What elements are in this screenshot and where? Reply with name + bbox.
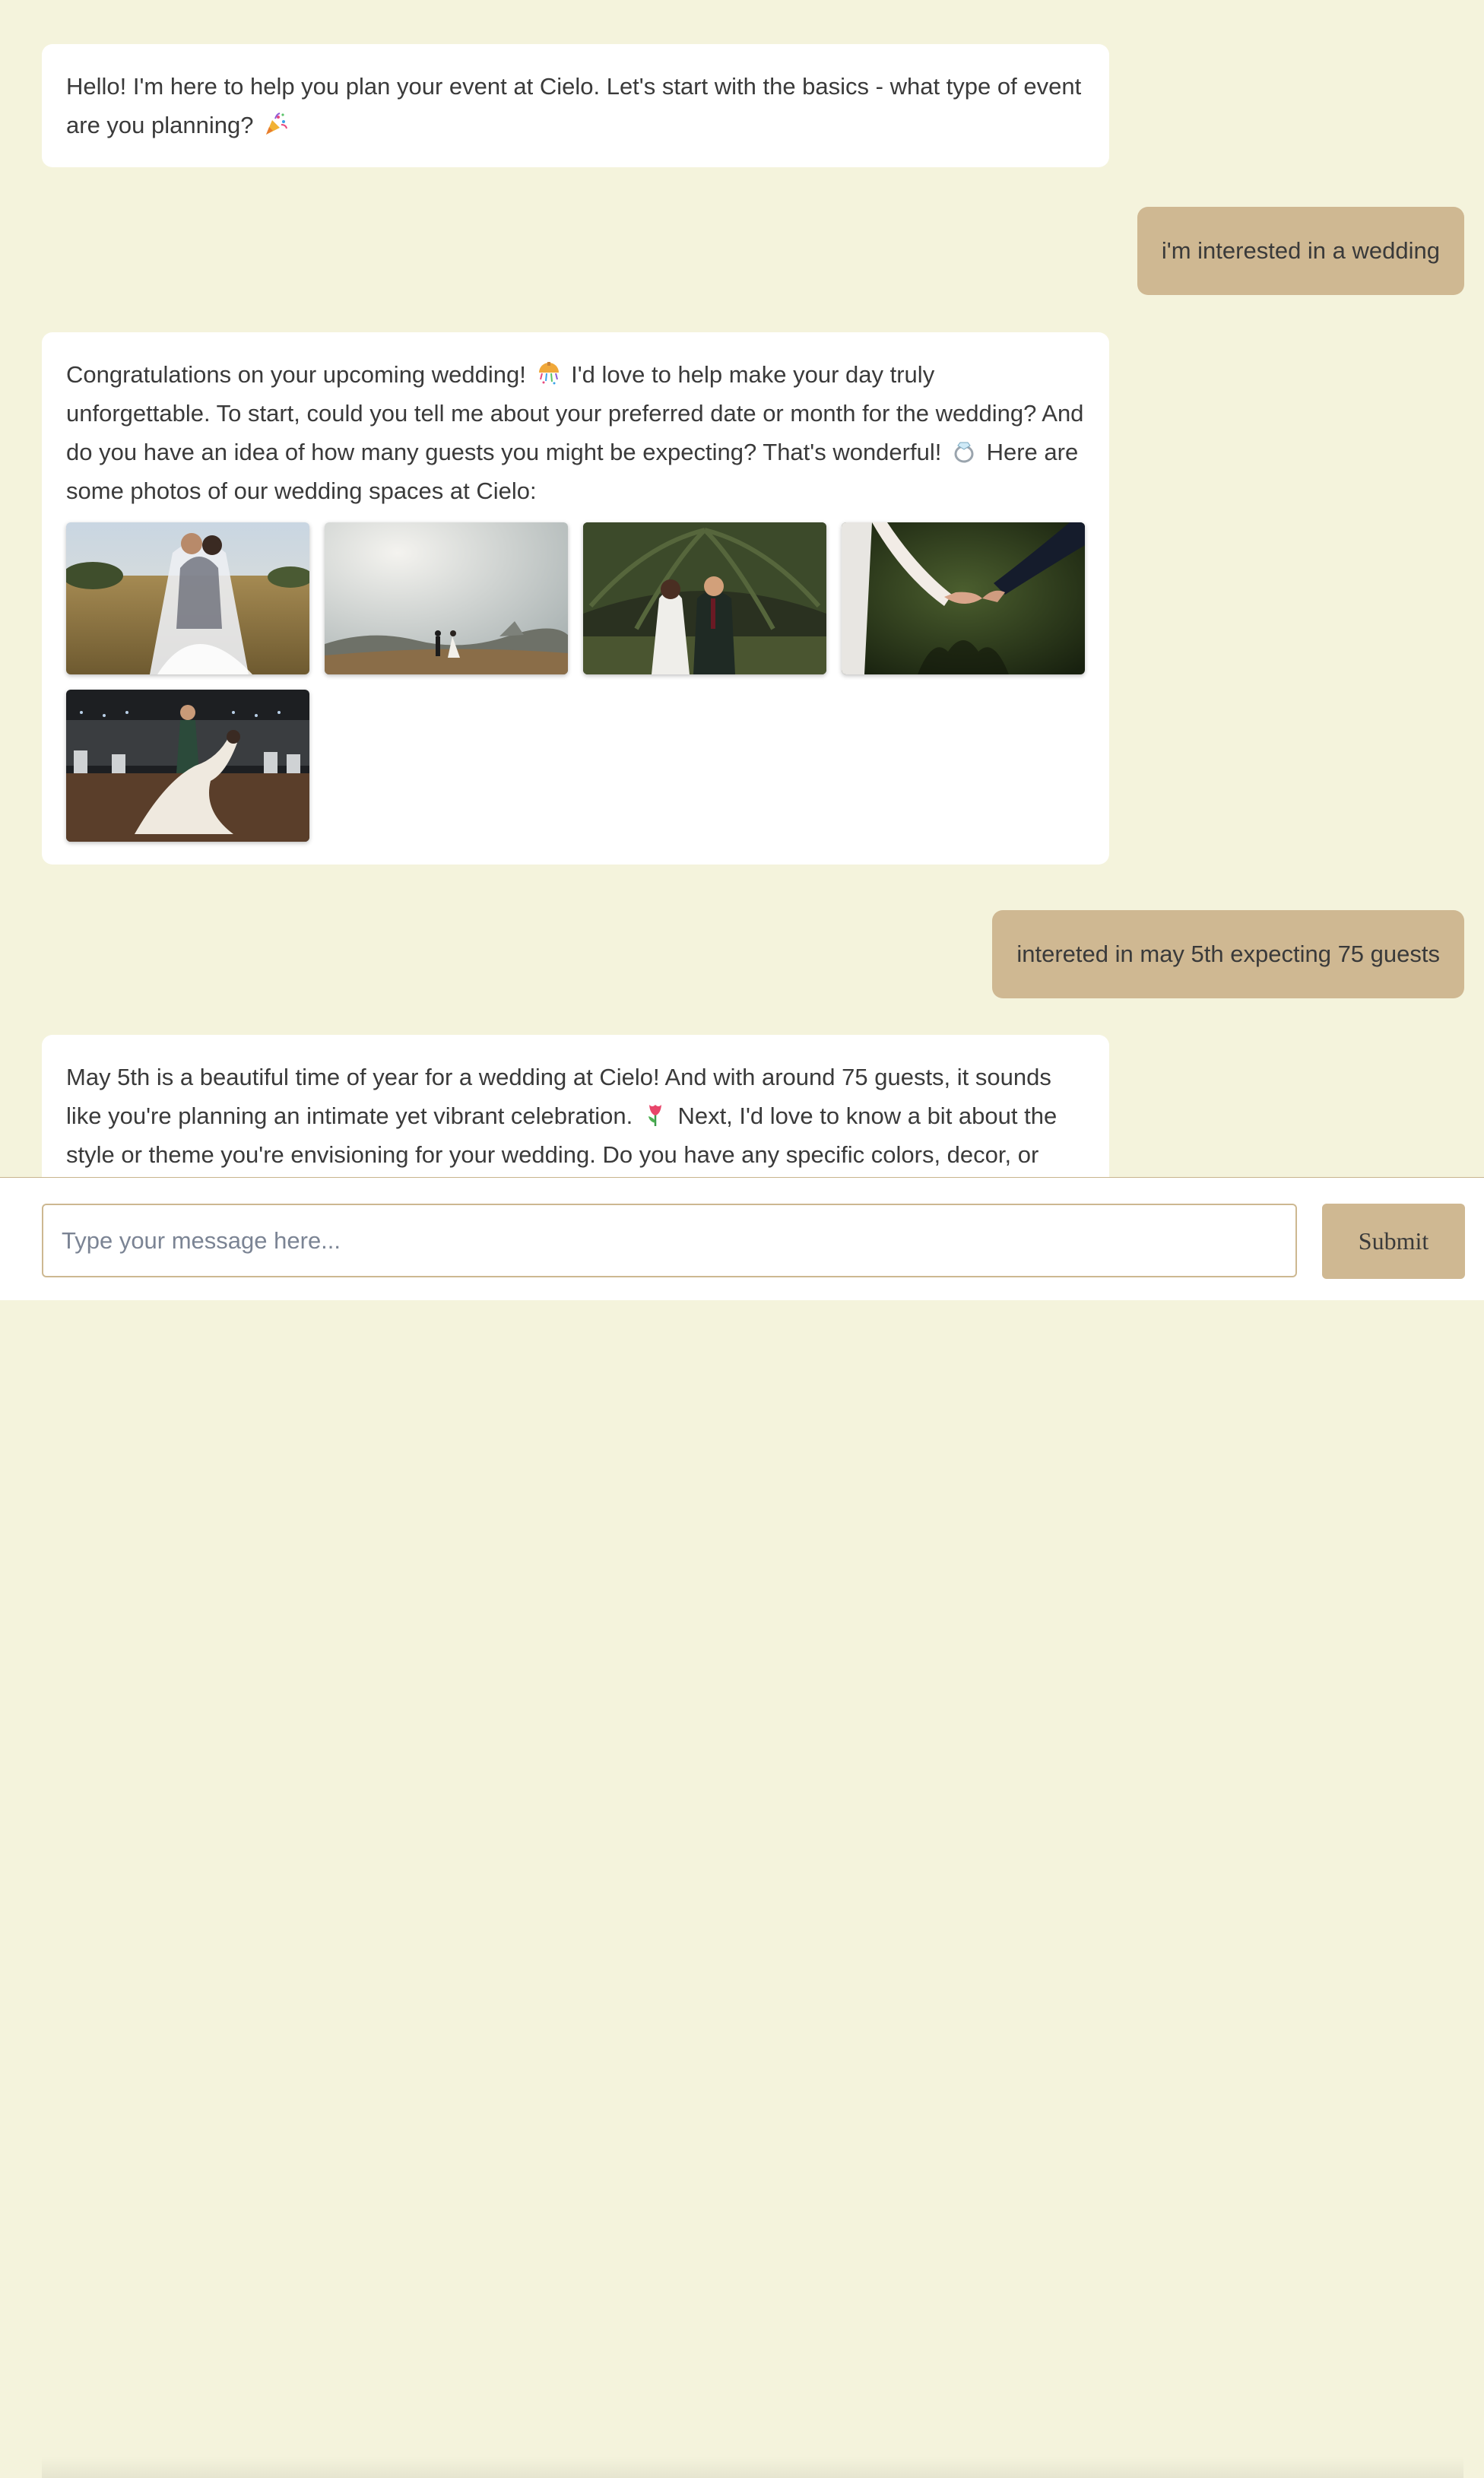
assistant-message: Hello! I'm here to help you plan your ev… bbox=[42, 44, 1109, 167]
message-text: Hello! I'm here to help you plan your ev… bbox=[66, 73, 1082, 138]
confetti-ball-icon bbox=[536, 359, 562, 385]
photo-gallery bbox=[66, 522, 1085, 842]
message-input-bar: Submit bbox=[0, 1177, 1484, 2478]
message-text: intereted in may 5th expecting 75 guests bbox=[1016, 941, 1440, 967]
couple-in-field-photo[interactable] bbox=[66, 522, 309, 674]
message-input[interactable] bbox=[42, 1204, 1297, 1277]
message-text: Congratulations on your upcoming wedding… bbox=[66, 361, 526, 388]
assistant-message: May 5th is a beautiful time of year for … bbox=[42, 1035, 1109, 1177]
submit-button[interactable]: Submit bbox=[1322, 1204, 1465, 1279]
user-message: intereted in may 5th expecting 75 guests bbox=[992, 910, 1464, 998]
tulip-icon bbox=[642, 1100, 668, 1126]
message-text: i'm interested in a wedding bbox=[1161, 237, 1440, 264]
chat-scroll-area[interactable]: Hello! I'm here to help you plan your ev… bbox=[0, 0, 1484, 1177]
party-popper-icon bbox=[263, 109, 289, 135]
couple-dancing-reception-photo[interactable] bbox=[66, 690, 309, 842]
bottom-shadow bbox=[42, 2457, 1463, 2478]
holding-hands-photo[interactable] bbox=[842, 522, 1085, 674]
couple-under-palm-photo[interactable] bbox=[583, 522, 826, 674]
user-message: i'm interested in a wedding bbox=[1137, 207, 1464, 295]
couple-walking-landscape-photo[interactable] bbox=[325, 522, 568, 674]
assistant-message: Congratulations on your upcoming wedding… bbox=[42, 332, 1109, 865]
ring-icon bbox=[951, 436, 977, 463]
